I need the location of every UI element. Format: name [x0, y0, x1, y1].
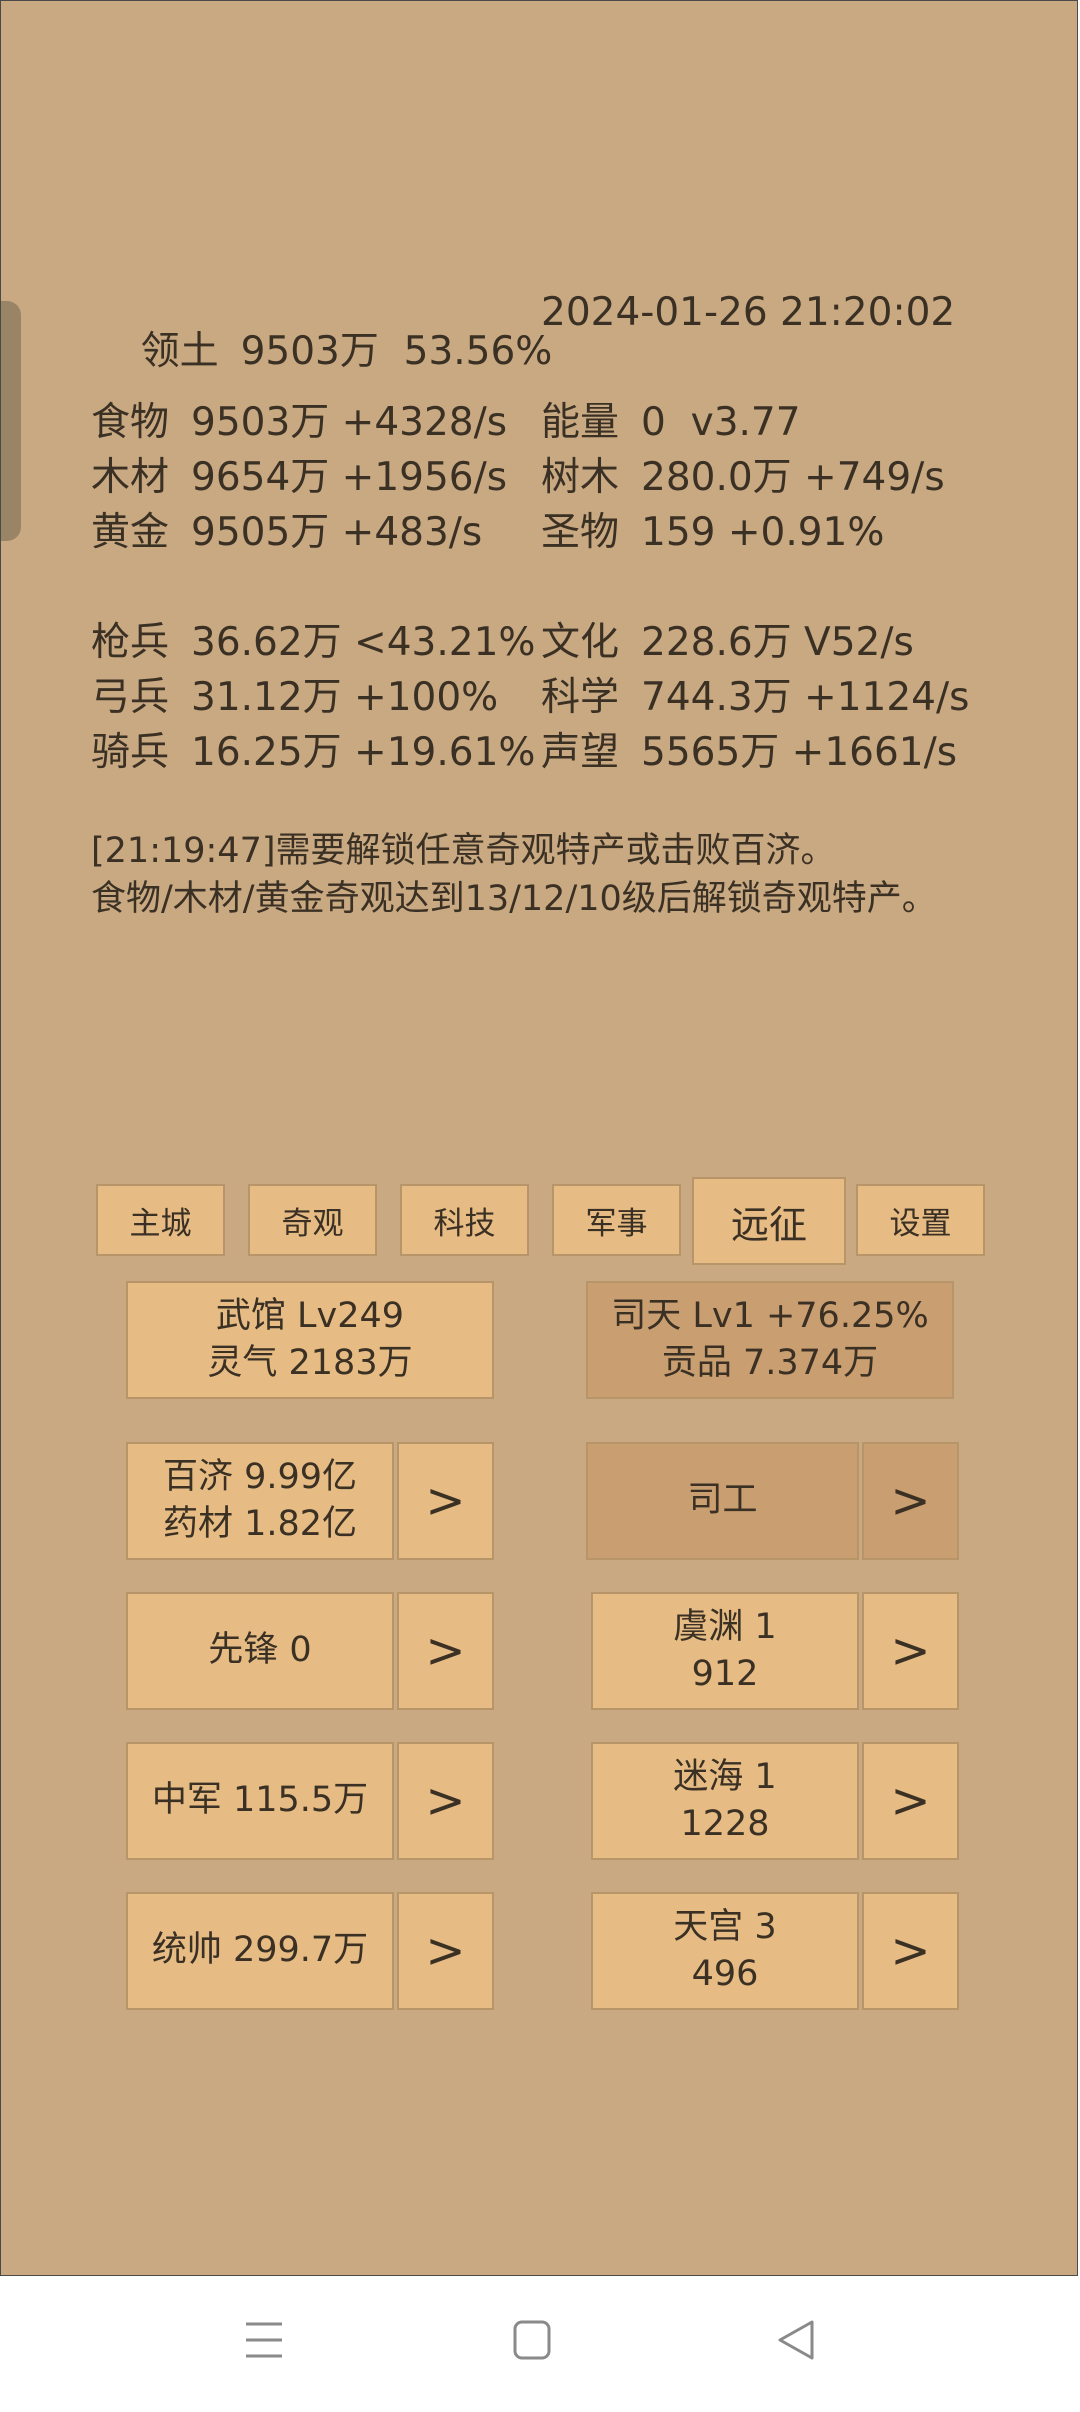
tiangong-button[interactable]: 天宫 3 496: [591, 1892, 859, 2010]
stat-value: 228.6万 V52/s: [641, 620, 914, 665]
stat-label: 枪兵: [91, 620, 170, 665]
stat-value: 0 v3.77: [641, 400, 801, 445]
stat-label: 能量: [541, 400, 620, 445]
message-line: [21:19:47]需要解锁任意奇观特产或击败百济。: [91, 831, 836, 871]
tongshuai-label: 统帅 299.7万: [151, 1930, 369, 1971]
stat-food: 食物 9503万 +4328/s: [91, 403, 507, 442]
tongshuai-arrow-button[interactable]: >: [397, 1892, 494, 2010]
tab-wonders[interactable]: 奇观: [248, 1184, 377, 1256]
menu-icon[interactable]: [244, 2318, 284, 2362]
stat-value: 9503万 +4328/s: [191, 400, 508, 445]
stat-label: 食物: [91, 400, 170, 445]
baiji-button[interactable]: 百济 9.99亿 药材 1.82亿: [126, 1442, 394, 1560]
sigong-button[interactable]: 司工: [586, 1442, 859, 1560]
stat-label: 圣物: [541, 510, 620, 555]
message-line: 食物/木材/黄金奇观达到13/12/10级后解锁奇观特产。: [91, 879, 937, 919]
stat-science: 科学 744.3万 +1124/s: [541, 678, 969, 717]
stat-value: 31.12万 +100%: [191, 675, 499, 720]
mihai-button[interactable]: 迷海 1 1228: [591, 1742, 859, 1860]
baiji-arrow-button[interactable]: >: [397, 1442, 494, 1560]
zhongjun-button[interactable]: 中军 115.5万: [126, 1742, 394, 1860]
stat-label: 弓兵: [91, 675, 170, 720]
xianfeng-label: 先锋 0: [208, 1630, 312, 1671]
xianfeng-button[interactable]: 先锋 0: [126, 1592, 394, 1710]
sigong-arrow-button[interactable]: >: [862, 1442, 959, 1560]
mihai-value: 1228: [680, 1804, 770, 1844]
stat-spearmen: 枪兵 36.62万 <43.21%: [91, 623, 535, 662]
tab-expedition[interactable]: 远征: [692, 1177, 846, 1265]
xianfeng-arrow-button[interactable]: >: [397, 1592, 494, 1710]
stat-archers: 弓兵 31.12万 +100%: [91, 678, 498, 717]
zhongjun-arrow-button[interactable]: >: [397, 1742, 494, 1860]
tab-settings[interactable]: 设置: [856, 1184, 985, 1256]
stat-trees: 树木 280.0万 +749/s: [541, 458, 945, 497]
yuyuan-title: 虞渊 1: [673, 1606, 777, 1647]
stat-label: 树木: [541, 455, 620, 500]
sitian-level: 司天 Lv1 +76.25%: [611, 1295, 929, 1336]
datetime: 2024-01-26 21:20:02: [541, 290, 956, 335]
stat-label: 文化: [541, 620, 620, 665]
stat-gold: 黄金 9505万 +483/s: [91, 513, 482, 552]
territory-label: 领土: [140, 329, 219, 374]
stat-label: 木材: [91, 455, 170, 500]
mihai-title: 迷海 1: [673, 1756, 777, 1797]
territory-values: 9503万 53.56%: [240, 329, 553, 374]
stat-relics: 圣物 159 +0.91%: [541, 513, 884, 552]
stat-label: 声望: [541, 730, 620, 775]
tab-main-city[interactable]: 主城: [96, 1184, 225, 1256]
stat-prestige: 声望 5565万 +1661/s: [541, 733, 957, 772]
tab-tech[interactable]: 科技: [400, 1184, 529, 1256]
baiji-herbs: 药材 1.82亿: [162, 1504, 358, 1544]
back-triangle-icon[interactable]: [776, 2318, 816, 2362]
baiji-title: 百济 9.99亿: [162, 1456, 358, 1497]
game-screen: 领土 9503万 53.56% 2024-01-26 21:20:02 食物 950…: [0, 0, 1078, 2276]
stat-label: 黄金: [91, 510, 170, 555]
wuguan-level: 武馆 Lv249: [215, 1295, 405, 1336]
stat-value: 280.0万 +749/s: [641, 455, 945, 500]
edge-drawer-handle[interactable]: [1, 301, 21, 541]
stat-energy: 能量 0 v3.77: [541, 403, 801, 442]
territory-stat: 领土 9503万 53.56%: [91, 293, 553, 410]
yuyuan-arrow-button[interactable]: >: [862, 1592, 959, 1710]
zhongjun-label: 中军 115.5万: [151, 1780, 369, 1821]
sitian-tribute: 贡品 7.374万: [661, 1343, 879, 1383]
system-navigation-bar: [0, 2276, 1080, 2412]
wuguan-qi: 灵气 2183万: [207, 1343, 413, 1383]
stat-label: 科学: [541, 675, 620, 720]
sigong-label: 司工: [687, 1480, 758, 1521]
mihai-arrow-button[interactable]: >: [862, 1742, 959, 1860]
stat-value: 159 +0.91%: [641, 510, 885, 555]
wuguan-button[interactable]: 武馆 Lv249 灵气 2183万: [126, 1281, 494, 1399]
stat-cavalry: 骑兵 16.25万 +19.61%: [91, 733, 535, 772]
home-square-icon[interactable]: [512, 2318, 552, 2362]
yuyuan-value: 912: [691, 1654, 759, 1694]
stat-value: 9505万 +483/s: [191, 510, 483, 555]
tongshuai-button[interactable]: 统帅 299.7万: [126, 1892, 394, 2010]
stat-culture: 文化 228.6万 V52/s: [541, 623, 914, 662]
yuyuan-button[interactable]: 虞渊 1 912: [591, 1592, 859, 1710]
tab-military[interactable]: 军事: [552, 1184, 681, 1256]
stat-wood: 木材 9654万 +1956/s: [91, 458, 507, 497]
tiangong-arrow-button[interactable]: >: [862, 1892, 959, 2010]
stat-value: 36.62万 <43.21%: [191, 620, 536, 665]
stat-value: 9654万 +1956/s: [191, 455, 508, 500]
tiangong-value: 496: [691, 1954, 759, 1994]
stat-label: 骑兵: [91, 730, 170, 775]
tiangong-title: 天宫 3: [673, 1906, 777, 1947]
stat-value: 5565万 +1661/s: [641, 730, 958, 775]
stat-value: 16.25万 +19.61%: [191, 730, 536, 775]
stat-value: 744.3万 +1124/s: [641, 675, 970, 720]
sitian-button[interactable]: 司天 Lv1 +76.25% 贡品 7.374万: [586, 1281, 954, 1399]
